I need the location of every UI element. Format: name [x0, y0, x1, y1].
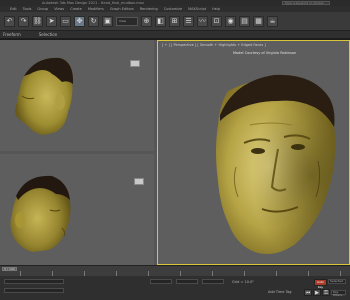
- menu-help[interactable]: Help: [212, 7, 220, 11]
- select-scale-icon[interactable]: ▣: [102, 15, 113, 27]
- menu-maxscript[interactable]: MAXScript: [188, 7, 206, 11]
- menu-customize[interactable]: Customize: [164, 7, 182, 11]
- schematic-view-icon[interactable]: ⊡: [211, 15, 222, 27]
- viewport-bottom-left[interactable]: [0, 154, 154, 265]
- ribbon-tabs: Freeform Selection: [0, 31, 350, 39]
- pivot-icon[interactable]: ⊕: [141, 15, 152, 27]
- prompt-line: [4, 288, 64, 293]
- window-title: Autodesk 3ds Max Design 2011 - Head_fina…: [42, 1, 144, 5]
- render-frame-icon[interactable]: ▦: [253, 15, 264, 27]
- curve-editor-icon[interactable]: 〰: [197, 15, 208, 27]
- add-time-tag[interactable]: Add Time Tag: [268, 290, 292, 294]
- redo-icon[interactable]: ↷: [18, 15, 29, 27]
- tab-freeform[interactable]: Freeform: [3, 32, 21, 37]
- select-object-icon[interactable]: ➤: [46, 15, 57, 27]
- x-coordinate-field[interactable]: [150, 279, 172, 284]
- menu-views[interactable]: Views: [54, 7, 64, 11]
- time-slider[interactable]: 0 / 100: [2, 267, 17, 271]
- menu-group[interactable]: Group: [37, 7, 48, 11]
- maxscript-listener[interactable]: [4, 279, 64, 284]
- tab-selection[interactable]: Selection: [39, 32, 57, 37]
- mirror-icon[interactable]: ◧: [155, 15, 166, 27]
- go-to-start-icon[interactable]: ⏮: [304, 289, 312, 296]
- undo-icon[interactable]: ↶: [4, 15, 15, 27]
- menu-create[interactable]: Create: [70, 7, 82, 11]
- menu-tools[interactable]: Tools: [23, 7, 32, 11]
- menu-modifiers[interactable]: Modifiers: [88, 7, 104, 11]
- viewport-perspective[interactable]: [ + ] [ Perspective ] [ Smooth + Highlig…: [157, 40, 350, 265]
- select-region-icon[interactable]: ▭: [60, 15, 71, 27]
- render-icon[interactable]: ☕: [267, 15, 278, 27]
- set-key-icon[interactable]: ⚿: [322, 289, 330, 296]
- link-icon[interactable]: ⛓: [32, 15, 43, 27]
- align-icon[interactable]: ⊞: [169, 15, 180, 27]
- status-bar: Grid = 10.0" Add Time Tag Auto Key Selec…: [0, 276, 350, 300]
- select-rotate-icon[interactable]: ↻: [88, 15, 99, 27]
- menu-edit[interactable]: Edit: [10, 7, 17, 11]
- key-filters-button[interactable]: Key Filters...: [331, 290, 346, 297]
- head-model-three-quarter-view: [10, 175, 71, 252]
- menu-graph-editors[interactable]: Graph Editors: [110, 7, 134, 11]
- material-editor-icon[interactable]: ◉: [225, 15, 236, 27]
- timeline[interactable]: 0 / 100: [0, 265, 350, 276]
- menu-rendering[interactable]: Rendering: [140, 7, 158, 11]
- selected-dropdown[interactable]: Selected: [328, 279, 346, 284]
- layer-manager-icon[interactable]: ☰: [183, 15, 194, 27]
- viewport-area: [ + ] [ Perspective ] [ Smooth + Highlig…: [0, 40, 350, 265]
- auto-key-button[interactable]: Auto Key: [314, 279, 327, 289]
- grid-size: Grid = 10.0": [232, 280, 254, 284]
- head-model-side-view: [15, 57, 74, 135]
- select-move-icon[interactable]: ✥: [74, 15, 85, 27]
- y-coordinate-field[interactable]: [176, 279, 198, 284]
- search-input[interactable]: Type a keyword or phrase: [282, 1, 330, 5]
- render-setup-icon[interactable]: ▤: [239, 15, 250, 27]
- main-toolbar: ↶ ↷ ⛓ ➤ ▭ ✥ ↻ ▣ View ⊕ ◧ ⊞ ☰ 〰 ⊡ ◉ ▤ ▦ ☕: [0, 12, 350, 31]
- reference-coordinate-dropdown[interactable]: View: [116, 16, 138, 26]
- viewport-top-left[interactable]: [0, 40, 154, 151]
- play-icon[interactable]: ▶: [313, 289, 321, 296]
- head-model-perspective-view: [216, 74, 336, 254]
- z-coordinate-field[interactable]: [202, 279, 224, 284]
